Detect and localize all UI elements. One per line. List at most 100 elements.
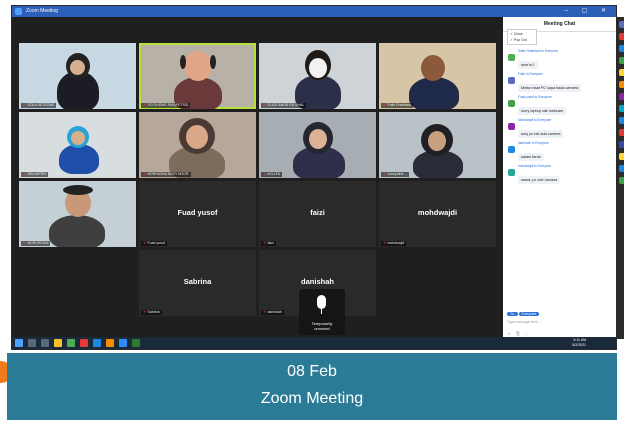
participant-tile[interactable]: ⦿ Josephine ... <box>379 112 496 178</box>
avatar <box>508 77 515 84</box>
participant-tile[interactable]: faizi ⦿ faizi <box>259 181 376 247</box>
window-title: Zoom Meeting <box>26 8 58 14</box>
app-icon[interactable] <box>132 339 140 347</box>
app-icon[interactable] <box>619 21 624 28</box>
app-icon[interactable] <box>619 93 624 100</box>
participant-name: ⦿ Sabrina <box>141 310 162 315</box>
participant-name: ⦿ mohdwajdi <box>381 241 407 246</box>
chat-tools[interactable]: ☺ ⎘ ⋯ <box>507 331 531 336</box>
participant-display-name: danishah <box>301 277 334 286</box>
chat-message: mohdwajdi to Everyone sama, pc xde camer… <box>508 164 612 186</box>
title-bar: Zoom Meeting – ▢ ✕ <box>12 6 616 17</box>
app-icon[interactable] <box>619 33 624 40</box>
participant-name: ⦿ NELVAFRIS <box>21 172 49 177</box>
app-icon[interactable] <box>619 105 624 112</box>
participant-name: ⦿ AZLLFA <box>261 172 282 177</box>
zoom-logo-icon <box>15 8 22 15</box>
app-icon[interactable] <box>619 57 624 64</box>
message-text: sory pc tak ada camera <box>518 130 564 138</box>
participant-display-name: mohdwajdi <box>417 208 458 217</box>
chat-panel: Meeting Chat ✓ Close ✓ Pop Out Salim Sha… <box>503 17 616 339</box>
app-icon[interactable] <box>80 339 88 347</box>
message-text: sorry laptop xde webcam <box>518 107 567 115</box>
notice-line2: unmuted <box>314 326 330 331</box>
app-icon[interactable] <box>619 81 624 88</box>
participant-name: ⦿ NORHISYAM <box>21 241 51 246</box>
microphone-stem <box>321 309 322 314</box>
participant-tile[interactable]: Sabrina ⦿ Sabrina <box>139 250 256 316</box>
participant-name: ⦿ Josephine ... <box>381 172 410 177</box>
microphone-icon <box>317 295 326 309</box>
participant-name: ⦿ VO GHONG PAN(PETSS) <box>141 103 191 108</box>
message-sender: Fatin to Everyone <box>518 72 543 76</box>
participant-display-name: Fuad yusof <box>177 208 218 217</box>
message-sender: Fuad yusof to Everyone <box>518 95 552 99</box>
menu-item-pop-out[interactable]: ✓ Pop Out <box>510 37 534 43</box>
app-icon[interactable] <box>106 339 114 347</box>
message-sender: danishah to Everyone <box>518 141 549 145</box>
chat-input[interactable]: Type message here... <box>507 320 541 324</box>
app-icon[interactable] <box>619 45 624 52</box>
chat-message: Salim Shahbani to Everyone sem tu? <box>508 49 612 71</box>
avatar <box>508 100 515 107</box>
search-icon[interactable] <box>28 339 36 347</box>
participant-tile[interactable]: Fuad yusof ⦿ Fuad yusof <box>139 181 256 247</box>
participant-tile[interactable]: ⦿ ELICE ANDS OS SHAL <box>259 43 376 109</box>
taskview-icon[interactable] <box>41 339 49 347</box>
windows-taskbar: 9:11 AM 8/2/2021 <box>12 337 616 349</box>
participant-tile[interactable]: ⦿ Fathi Shahbani <box>379 43 496 109</box>
participant-tile[interactable]: ⦿ SOLA SSTEONE <box>19 43 136 109</box>
participant-tile[interactable]: ⦿ NORHISYAM <box>19 181 136 247</box>
participant-name: ⦿ Fathi Shahbani <box>381 103 414 108</box>
app-sidebar <box>617 17 624 339</box>
participant-tile[interactable]: ⦿ AZLLFA <box>259 112 376 178</box>
participant-tile[interactable]: ⦿ VO GHONG PAN(PETSS) <box>139 43 256 109</box>
start-icon[interactable] <box>15 339 23 347</box>
app-icon[interactable] <box>619 129 624 136</box>
caption-banner: 08 Feb Zoom Meeting <box>7 353 617 420</box>
chat-message: Fuad yusof to Everyone sorry laptop xde … <box>508 95 612 117</box>
system-clock[interactable]: 9:11 AM 8/2/2021 <box>572 338 586 348</box>
app-icon[interactable] <box>93 339 101 347</box>
temporarily-unmuted-notice: Temporarily unmuted <box>299 289 345 335</box>
participant-display-name: Sabrina <box>183 277 212 286</box>
banner-title: Zoom Meeting <box>260 390 364 407</box>
zoom-window: Zoom Meeting – ▢ ✕ ⦿ SOLA SSTEONE ⦿ VO G… <box>11 5 624 350</box>
chat-message: danishah to Everyone salam tarak <box>508 141 612 163</box>
app-icon[interactable] <box>619 165 624 172</box>
participant-tile[interactable]: ⦿ NORHASNA BINTI NOOR <box>139 112 256 178</box>
message-sender: Salim Shahbani to Everyone <box>518 49 559 53</box>
participant-gallery: ⦿ SOLA SSTEONE ⦿ VO GHONG PAN(PETSS) ⦿ E… <box>19 43 497 316</box>
participant-display-name: faizi <box>310 208 325 217</box>
avatar <box>508 169 515 176</box>
chat-message: Fatin to Everyone Minta maaf PC saya tia… <box>508 72 612 94</box>
recipient-selector[interactable]: To: Everyone <box>507 312 540 316</box>
message-text: sem tu? <box>518 61 538 69</box>
app-icon[interactable] <box>619 177 624 184</box>
chrome-icon[interactable] <box>67 339 75 347</box>
participant-tile[interactable]: mohdwajdi ⦿ mohdwajdi <box>379 181 496 247</box>
banner-date: 08 Feb <box>287 363 337 380</box>
message-text: salam tarak <box>518 153 544 161</box>
chat-menu: ✓ Close ✓ Pop Out <box>507 29 537 45</box>
app-icon[interactable] <box>619 117 624 124</box>
app-icon[interactable] <box>619 141 624 148</box>
recipient-prefix: To: <box>507 312 518 316</box>
avatar <box>508 54 515 61</box>
participant-tile[interactable]: ⦿ NELVAFRIS <box>19 112 136 178</box>
app-icon[interactable] <box>619 153 624 160</box>
zoom-taskbar-icon[interactable] <box>119 339 127 347</box>
message-sender: Mohdwajdi to Everyone <box>518 118 552 122</box>
participant-name: ⦿ faizi <box>261 241 276 246</box>
message-text: sama, pc xde camera <box>518 176 561 184</box>
window-controls[interactable]: – ▢ ✕ <box>565 6 612 17</box>
message-sender: mohdwajdi to Everyone <box>518 164 552 168</box>
message-text: Minta maaf PC saya tiada camera <box>518 84 582 92</box>
explorer-icon[interactable] <box>54 339 62 347</box>
participant-name: ⦿ ELICE ANDS OS SHAL <box>261 103 307 108</box>
participant-name: ⦿ danishah <box>261 310 284 315</box>
recipient-value: Everyone <box>518 312 540 316</box>
participant-name: ⦿ Fuad yusof <box>141 241 167 246</box>
app-icon[interactable] <box>619 69 624 76</box>
participant-name: ⦿ NORHASNA BINTI NOOR <box>141 172 191 177</box>
